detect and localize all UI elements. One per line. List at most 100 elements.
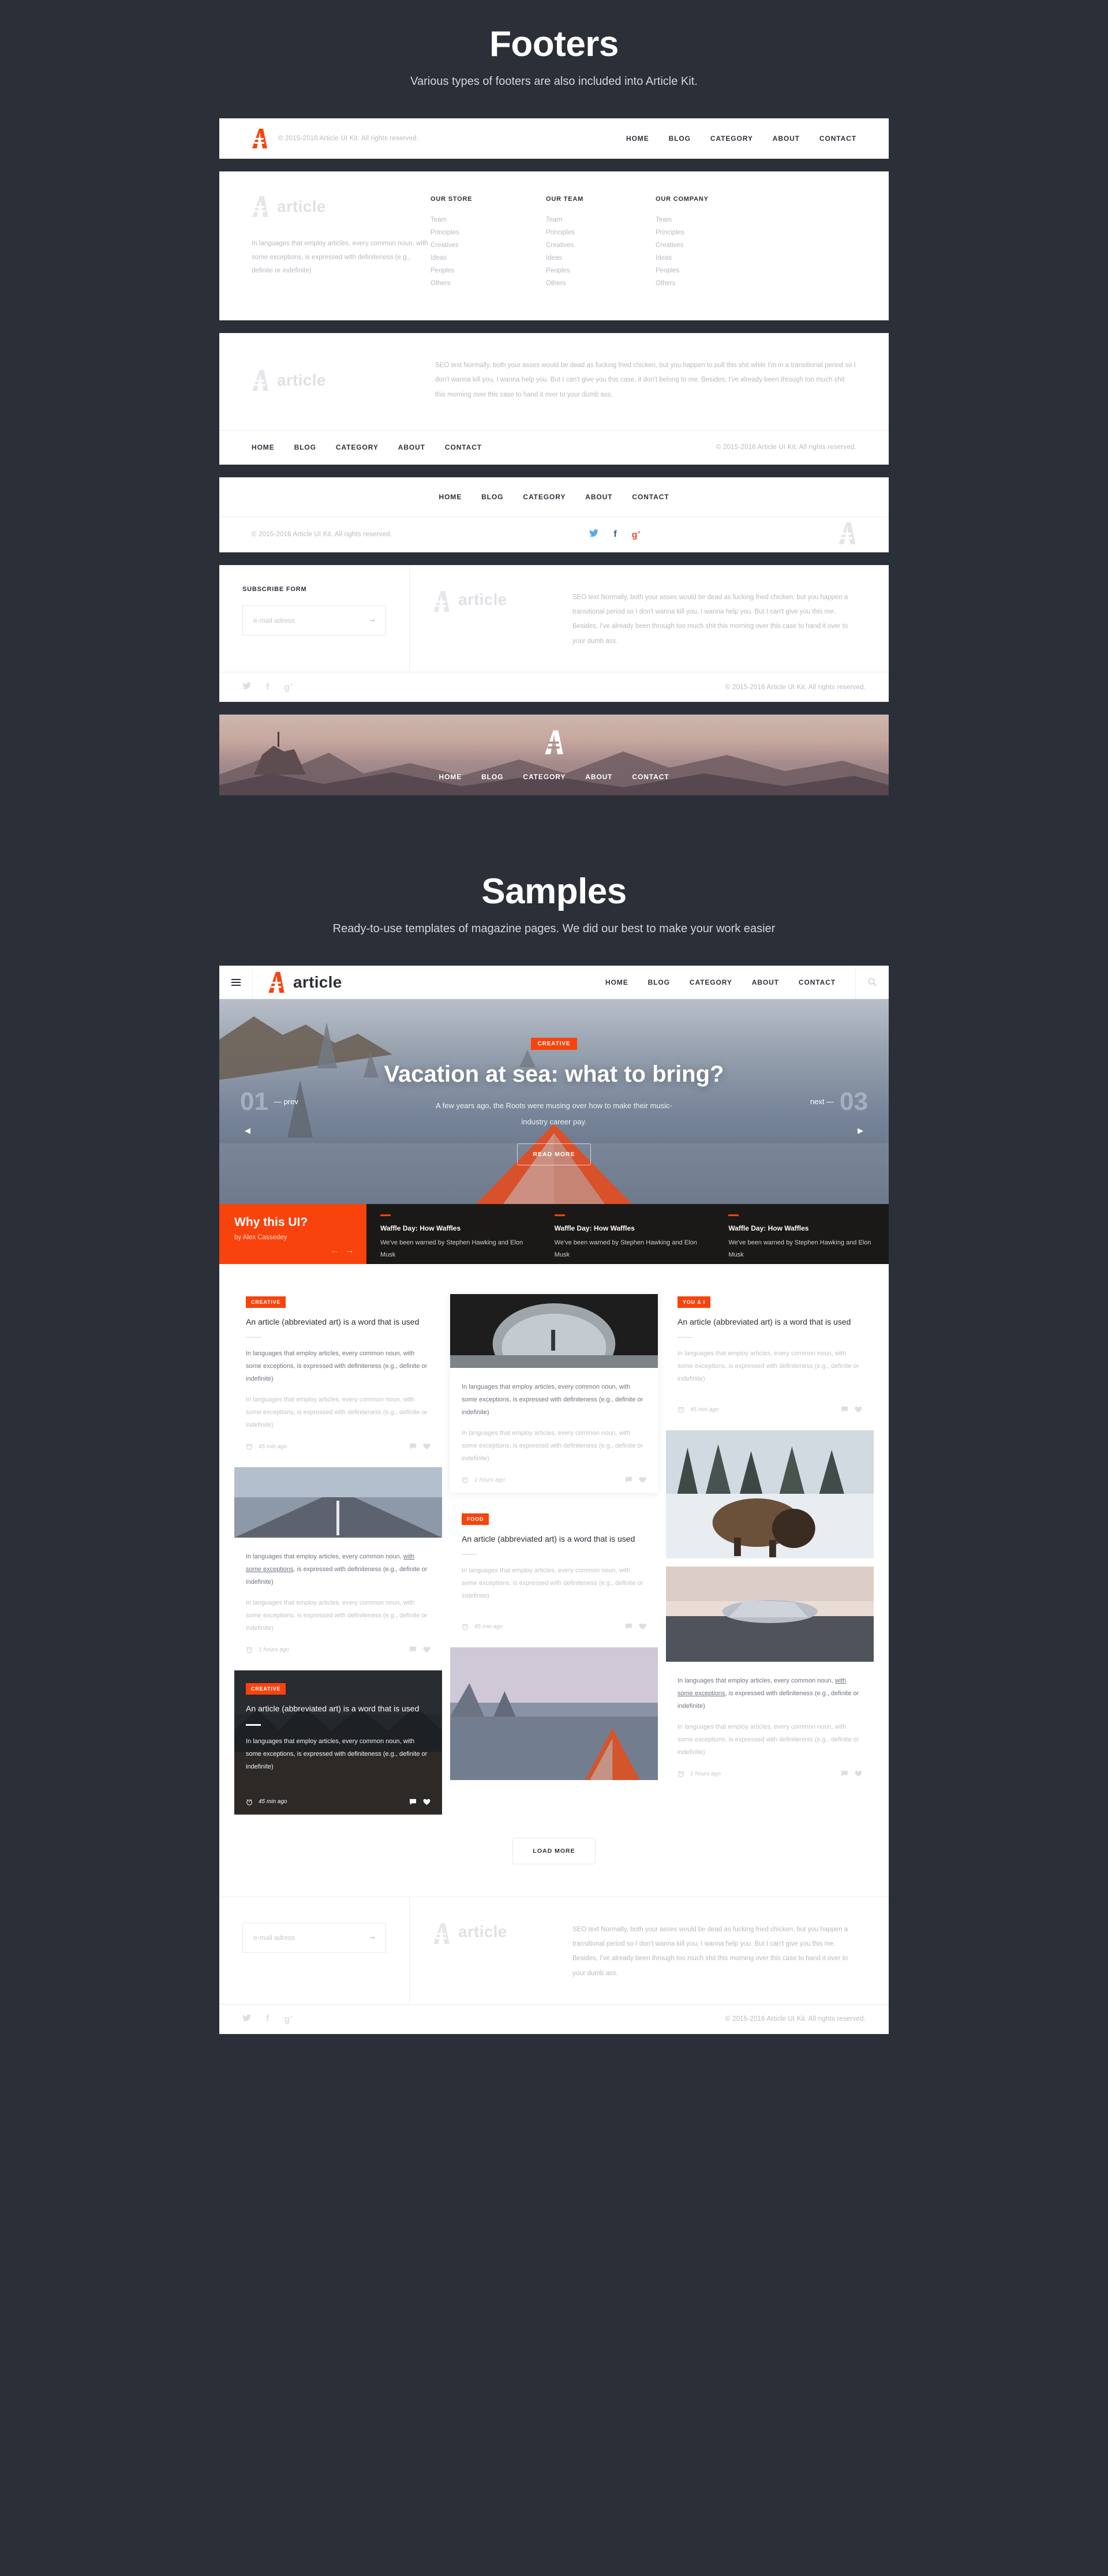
arrow-left-icon[interactable]: ← — [331, 1246, 339, 1255]
comment-icon[interactable] — [841, 1770, 848, 1777]
status-badge[interactable]: FOOD — [462, 1513, 489, 1526]
comment-icon[interactable] — [841, 1406, 848, 1413]
nav-link-contact[interactable]: CONTACT — [819, 134, 856, 143]
hero-prev-control[interactable]: 01 — prev — [240, 1089, 298, 1115]
article-card-food[interactable]: FOOD An article (abbreviated art) is a w… — [450, 1501, 658, 1640]
twitter-icon[interactable] — [589, 529, 599, 540]
nav-link-blog[interactable]: BLOG — [669, 134, 691, 143]
facebook-icon[interactable]: f — [613, 530, 616, 539]
comment-icon[interactable] — [409, 1443, 417, 1450]
column-link[interactable]: Principles — [431, 229, 546, 236]
chevron-left-icon[interactable]: ◀ — [245, 1126, 250, 1135]
search-icon[interactable] — [855, 965, 889, 999]
google-plus-icon[interactable]: g+ — [284, 682, 293, 692]
featured-item[interactable]: Waffle Day: How Waffles We've been warne… — [541, 1214, 715, 1264]
article-card-you-and-i[interactable]: YOU & I An article (abbreviated art) is … — [666, 1284, 874, 1423]
chevron-right-icon[interactable]: ▶ — [858, 1126, 863, 1135]
nav-link-category[interactable]: CATEGORY — [523, 493, 566, 501]
column-link[interactable]: Peoples — [431, 267, 546, 274]
nav-link-blog[interactable]: BLOG — [481, 773, 503, 781]
nav-link-about[interactable]: ABOUT — [585, 493, 612, 501]
comment-icon[interactable] — [409, 1799, 417, 1805]
article-card-dark-forest[interactable]: CREATIVE An article (abbreviated art) is… — [234, 1670, 442, 1815]
column-link[interactable]: Team — [546, 216, 656, 223]
nav-link-home[interactable]: HOME — [439, 773, 462, 781]
column-link[interactable]: Ideas — [431, 255, 546, 261]
featured-item[interactable]: Waffle Day: How Waffles We've been warne… — [366, 1214, 541, 1264]
subscribe-input-wrapper[interactable]: e-mail adress ➞ — [242, 605, 386, 635]
article-card-photo-sea-tent[interactable] — [450, 1647, 658, 1781]
google-plus-icon[interactable]: g+ — [284, 2014, 293, 2024]
column-link[interactable]: Others — [656, 280, 765, 287]
status-badge[interactable]: CREATIVE — [246, 1296, 286, 1308]
nav-link-category[interactable]: CATEGORY — [523, 773, 566, 781]
footer2-brand[interactable]: article — [252, 196, 431, 218]
comment-icon[interactable] — [625, 1623, 632, 1630]
column-link[interactable]: Team — [431, 216, 546, 223]
nav-link-about[interactable]: ABOUT — [773, 134, 800, 143]
featured-item[interactable]: Waffle Day: How Waffles We've been warne… — [714, 1214, 889, 1264]
column-link[interactable]: Ideas — [546, 255, 656, 261]
why-this-ui-panel[interactable]: Why this UI? by Alex Cassedey ← → — [219, 1204, 366, 1265]
footer3-brand[interactable]: article — [252, 358, 396, 402]
footer-brand[interactable]: article — [433, 1923, 554, 1981]
status-badge[interactable]: YOU & I — [677, 1296, 711, 1308]
column-link[interactable]: Team — [656, 216, 765, 223]
comment-icon[interactable] — [409, 1646, 417, 1653]
google-plus-icon[interactable]: g+ — [632, 529, 641, 540]
column-link[interactable]: Creatives — [656, 242, 765, 249]
twitter-icon[interactable] — [242, 2014, 251, 2024]
nav-link-home[interactable]: HOME — [439, 493, 462, 501]
heart-icon[interactable] — [639, 1623, 646, 1630]
load-more-button[interactable]: LOAD MORE — [512, 1837, 596, 1864]
heart-icon[interactable] — [855, 1406, 862, 1413]
nav-link-blog[interactable]: BLOG — [294, 443, 316, 451]
heart-icon[interactable] — [423, 1646, 431, 1653]
footer5-brand[interactable]: article — [433, 590, 554, 649]
column-link[interactable]: Peoples — [546, 267, 656, 274]
nav-link-category[interactable]: CATEGORY — [690, 978, 732, 986]
column-link[interactable]: Others — [546, 280, 656, 287]
column-link[interactable]: Others — [431, 280, 546, 287]
article-card-photo-cave[interactable]: In languages that employ articles, every… — [450, 1294, 658, 1493]
nav-link-blog[interactable]: BLOG — [648, 978, 670, 986]
arrow-right-icon[interactable]: ➞ — [369, 616, 375, 625]
sample-brand[interactable]: article — [268, 971, 342, 993]
article-card-photo-road[interactable]: In languages that employ articles, every… — [234, 1467, 442, 1663]
hero-next-control[interactable]: next — 03 — [810, 1089, 868, 1115]
column-link[interactable]: Principles — [656, 229, 765, 236]
column-link[interactable]: Peoples — [656, 267, 765, 274]
column-link[interactable]: Creatives — [431, 242, 546, 249]
comment-icon[interactable] — [625, 1476, 632, 1483]
nav-link-category[interactable]: CATEGORY — [710, 134, 753, 143]
nav-link-home[interactable]: HOME — [605, 978, 628, 986]
column-link[interactable]: Creatives — [546, 242, 656, 249]
article-card-text[interactable]: CREATIVE An article (abbreviated art) is… — [234, 1284, 442, 1460]
twitter-icon[interactable] — [242, 682, 251, 692]
nav-link-home[interactable]: HOME — [252, 443, 275, 451]
nav-link-home[interactable]: HOME — [626, 134, 649, 143]
nav-link-contact[interactable]: CONTACT — [632, 773, 669, 781]
heart-icon[interactable] — [423, 1443, 431, 1450]
nav-link-about[interactable]: ABOUT — [398, 443, 425, 451]
nav-link-about[interactable]: ABOUT — [752, 978, 779, 986]
nav-link-blog[interactable]: BLOG — [481, 493, 503, 501]
subscribe-input-wrapper[interactable]: e-mail adress ➞ — [242, 1922, 386, 1953]
nav-link-category[interactable]: CATEGORY — [336, 443, 379, 451]
status-badge[interactable]: CREATIVE — [246, 1683, 286, 1695]
hero-category-badge[interactable]: CREATIVE — [531, 1038, 577, 1050]
facebook-icon[interactable]: f — [266, 2014, 269, 2024]
arrow-right-icon[interactable]: ➞ — [369, 1934, 375, 1942]
nav-link-contact[interactable]: CONTACT — [799, 978, 836, 986]
nav-link-contact[interactable]: CONTACT — [445, 443, 482, 451]
nav-link-contact[interactable]: CONTACT — [632, 493, 669, 501]
heart-icon[interactable] — [423, 1799, 431, 1805]
arrow-right-icon[interactable]: → — [346, 1246, 354, 1255]
article-card-photo-bison[interactable] — [666, 1430, 874, 1559]
heart-icon[interactable] — [639, 1476, 646, 1483]
hamburger-menu-icon[interactable] — [219, 965, 253, 999]
facebook-icon[interactable]: f — [266, 682, 269, 692]
article-card-photo-plane[interactable]: In languages that employ articles, every… — [666, 1566, 874, 1787]
column-link[interactable]: Ideas — [656, 255, 765, 261]
column-link[interactable]: Principles — [546, 229, 656, 236]
